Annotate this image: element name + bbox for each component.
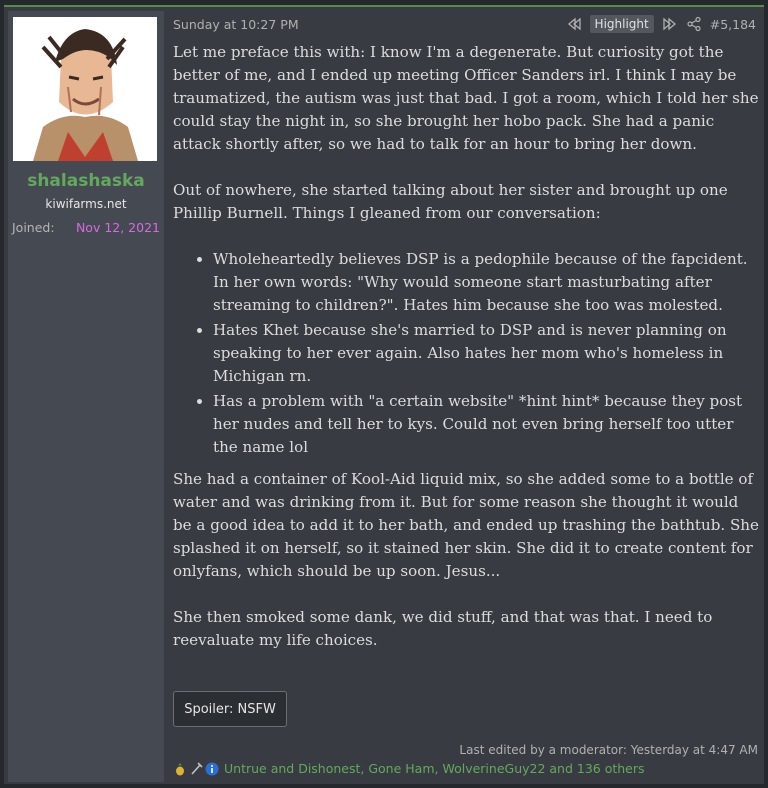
post-timestamp[interactable]: Sunday at 10:27 PM — [173, 17, 299, 32]
reactions-bar: Untrue and Dishonest, Gone Ham, Wolverin… — [173, 761, 645, 776]
post-number[interactable]: #5,184 — [710, 17, 756, 32]
user-title: kiwifarms.net — [45, 197, 127, 211]
post-body: Let me preface this with: I know I'm a d… — [173, 41, 761, 675]
pineapple-icon — [173, 762, 187, 776]
avatar-image — [13, 17, 157, 161]
post-main: Sunday at 10:27 PM Highlight #5,184 Let … — [172, 7, 762, 782]
username[interactable]: shalashaska — [8, 171, 164, 191]
jump-next-icon[interactable] — [662, 16, 678, 32]
jump-previous-icon[interactable] — [566, 16, 582, 32]
share-icon[interactable] — [686, 16, 702, 32]
paragraph: Out of nowhere, she started talking abou… — [173, 181, 728, 222]
paragraph: Let me preface this with: I know I'm a d… — [173, 43, 759, 153]
paragraph: She had a container of Kool-Aid liquid m… — [173, 470, 759, 580]
forum-post: shalashaska kiwifarms.net Joined: Nov 12… — [4, 5, 764, 784]
avatar[interactable] — [13, 17, 157, 161]
bullet-list: Wholeheartedly believes DSP is a pedophi… — [173, 248, 761, 459]
rake-icon — [189, 761, 203, 776]
list-item: Wholeheartedly believes DSP is a pedophi… — [213, 248, 761, 317]
info-icon — [205, 762, 219, 776]
joined-label: Joined: — [12, 220, 55, 235]
post-actions: Highlight #5,184 — [566, 15, 756, 33]
user-info-column: shalashaska kiwifarms.net Joined: Nov 12… — [8, 11, 164, 782]
paragraph: She then smoked some dank, we did stuff,… — [173, 608, 713, 649]
joined-date: Nov 12, 2021 — [75, 220, 160, 235]
list-item: Hates Khet because she's married to DSP … — [213, 319, 761, 388]
list-item: Has a problem with "a certain website" *… — [213, 390, 761, 459]
reactions-list-link[interactable]: Untrue and Dishonest, Gone Ham, Wolverin… — [224, 761, 645, 776]
highlight-button[interactable]: Highlight — [589, 15, 654, 33]
edited-note: Last edited by a moderator: Yesterday at… — [459, 743, 758, 757]
spoiler-button[interactable]: Spoiler: NSFW — [173, 691, 287, 727]
